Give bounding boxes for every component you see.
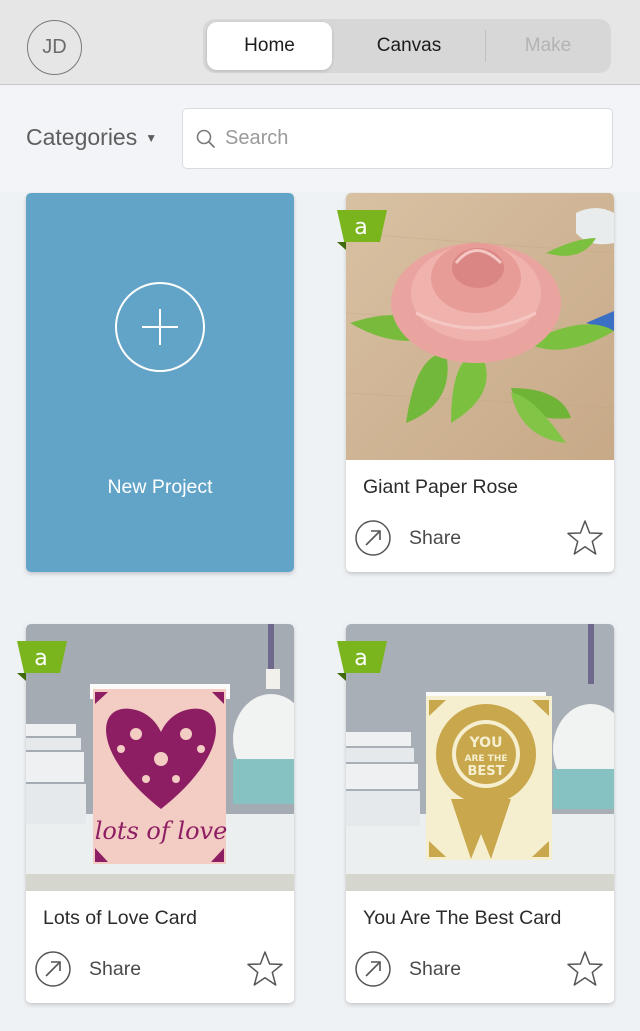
- svg-text:a: a: [34, 646, 47, 671]
- avatar-initials: JD: [42, 36, 67, 58]
- filter-bar: Categories ▼: [0, 86, 640, 192]
- share-button[interactable]: Share: [355, 520, 461, 556]
- access-badge-icon: a: [17, 641, 67, 681]
- share-label: Share: [409, 526, 462, 549]
- svg-text:a: a: [354, 646, 367, 671]
- project-title[interactable]: Giant Paper Rose: [363, 476, 518, 499]
- new-project-tile[interactable]: New Project: [26, 193, 294, 572]
- favorite-star-icon[interactable]: [246, 950, 284, 988]
- new-project-label: New Project: [107, 476, 213, 498]
- user-avatar[interactable]: JD: [27, 20, 82, 75]
- search-icon: [196, 129, 215, 148]
- svg-text:ARE THE: ARE THE: [465, 754, 508, 764]
- project-card[interactable]: lots of love a Lots of Love Card Share: [17, 624, 294, 1003]
- tab-home[interactable]: Home: [207, 22, 332, 70]
- share-arrow-icon: [355, 951, 391, 987]
- share-button[interactable]: Share: [35, 951, 141, 987]
- categories-dropdown[interactable]: Categories ▼: [26, 124, 157, 151]
- favorite-star-icon[interactable]: [566, 519, 604, 557]
- tab-canvas[interactable]: Canvas: [343, 22, 475, 70]
- favorite-star-icon[interactable]: [566, 950, 604, 988]
- share-button[interactable]: Share: [355, 951, 461, 987]
- access-badge-icon: a: [337, 641, 387, 681]
- share-arrow-icon: [35, 951, 71, 987]
- tab-make[interactable]: Make: [485, 22, 611, 70]
- svg-text:YOU: YOU: [469, 735, 503, 751]
- share-arrow-icon: [355, 520, 391, 556]
- share-label: Share: [89, 957, 142, 980]
- project-card[interactable]: a Giant Paper Rose Share: [337, 193, 614, 572]
- plus-circle-icon: [115, 282, 205, 372]
- caret-down-icon: ▼: [145, 130, 158, 145]
- svg-text:a: a: [354, 215, 367, 240]
- top-bar: JD Home Canvas Make: [0, 0, 640, 85]
- search-box[interactable]: [182, 108, 613, 169]
- access-badge-icon: a: [337, 210, 387, 250]
- share-label: Share: [409, 957, 462, 980]
- project-title[interactable]: You Are The Best Card: [363, 907, 561, 930]
- project-title[interactable]: Lots of Love Card: [43, 907, 197, 930]
- search-input[interactable]: [225, 127, 595, 150]
- categories-label: Categories: [26, 124, 138, 150]
- project-card[interactable]: YOU ARE THE BEST a You Are The Best Card…: [337, 624, 614, 1003]
- svg-text:lots of love: lots of love: [95, 817, 228, 845]
- svg-text:BEST: BEST: [467, 764, 504, 779]
- tab-switcher: Home Canvas Make: [203, 19, 611, 73]
